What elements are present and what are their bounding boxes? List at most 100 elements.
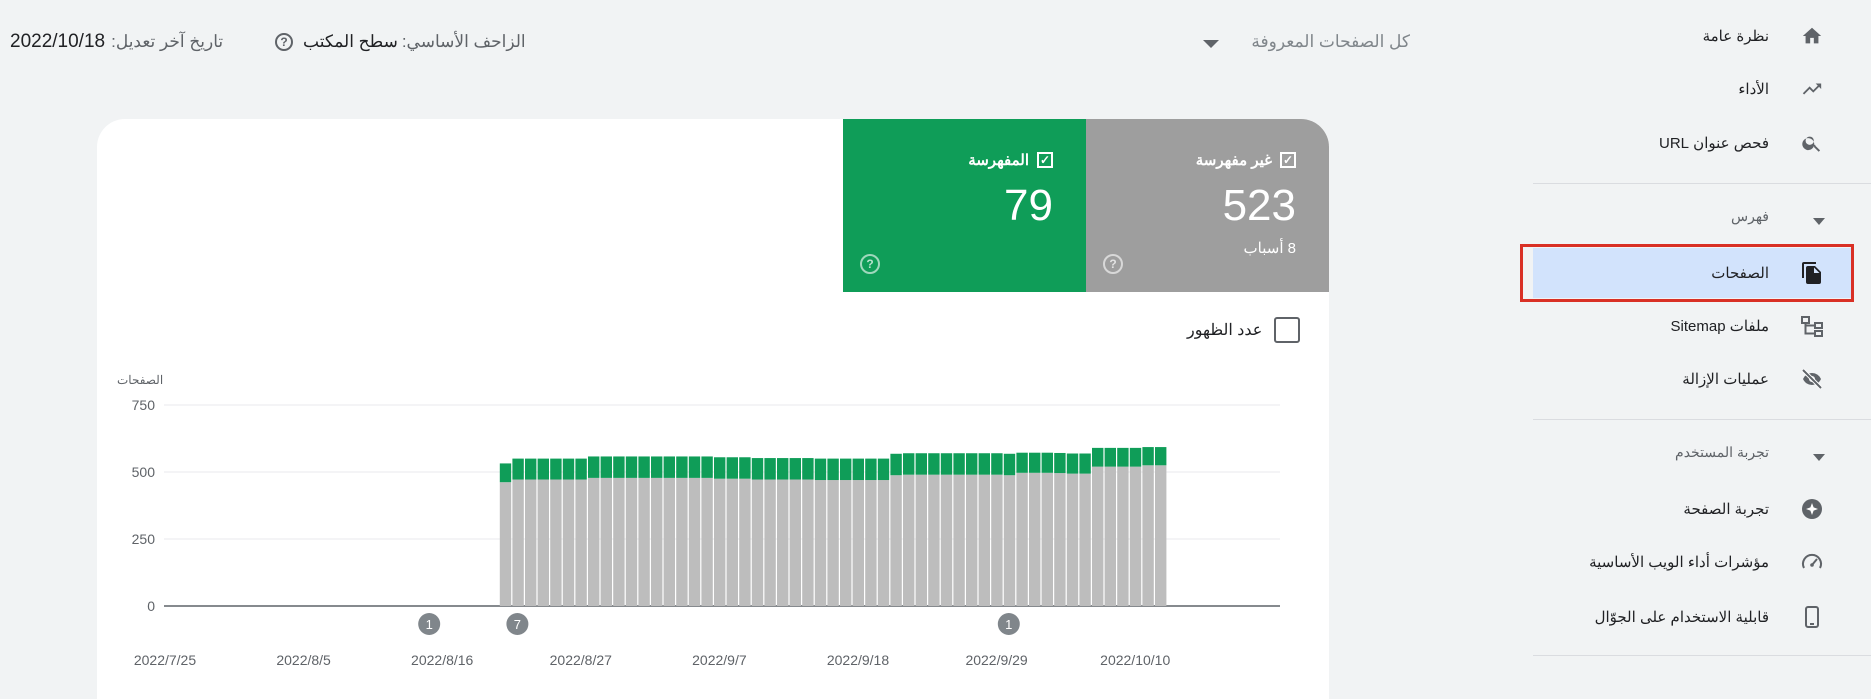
chart-bar-segment	[499, 463, 512, 483]
sidebar-item-label: قابلية الاستخدام على الجوّال	[1594, 609, 1769, 626]
chart-bar-segment	[852, 458, 864, 481]
chart-bar-segment	[550, 479, 562, 606]
crawler-value: سطح المكتب	[303, 32, 398, 51]
chart-bar-segment	[625, 456, 638, 478]
chart-bar-segment	[1155, 447, 1167, 466]
chart-bar-segment	[840, 458, 852, 481]
chart-bar-segment	[1016, 452, 1028, 473]
sidebar-item-page-experience[interactable]: تجربة الصفحة	[1533, 484, 1853, 534]
pages-filter-dropdown[interactable]: كل الصفحات المعروفة	[1195, 24, 1420, 60]
chart-bar-segment	[575, 479, 587, 606]
sidebar-item-label: عمليات الإزالة	[1682, 371, 1769, 388]
chart-bar-segment	[940, 474, 953, 606]
chart-bar-segment	[751, 479, 764, 606]
chart-bar-segment	[940, 453, 953, 475]
chart-bar-segment	[1104, 466, 1116, 606]
chart-bar-segment	[537, 479, 549, 606]
y-tick-label: 750	[132, 397, 156, 413]
chart-bar-segment	[840, 480, 852, 606]
chart-bar-segment	[676, 477, 688, 606]
chart-bar-segment	[525, 458, 537, 480]
chart-bar-segment	[739, 457, 751, 479]
chart-bar-segment	[852, 480, 864, 606]
chart-bar-segment	[701, 477, 713, 606]
selection-highlight-box	[1520, 244, 1854, 302]
sidebar-item-url-inspection[interactable]: فحص عنوان URL	[1533, 118, 1853, 168]
chart-bar-segment	[928, 474, 940, 606]
chart-bar-segment	[1029, 472, 1041, 606]
updated-value: 2022/10/18	[10, 31, 106, 52]
chart-bar-segment	[764, 479, 776, 606]
pages-chart: 750 500 250 0 1 7 1 2022/7/25 2022/8/5 2022/8/16 2…	[132, 397, 1280, 668]
chart-bar-segment	[953, 474, 965, 606]
chart-bar-segment	[903, 453, 915, 475]
sidebar-item-label: فحص عنوان URL	[1659, 135, 1769, 152]
chart-bar-segment	[877, 458, 890, 481]
chart-bar-segment	[1066, 473, 1079, 606]
chart-bar-segment	[1054, 452, 1066, 474]
chart-bar-segment	[1029, 452, 1041, 473]
chart-bar-segment	[877, 480, 890, 606]
chart-bar-segment	[1092, 447, 1104, 467]
caret-down-icon	[1813, 218, 1825, 225]
y-tick-label: 0	[147, 598, 155, 614]
trending-up-icon	[1799, 76, 1825, 102]
chart-bar-segment	[714, 457, 726, 479]
section-title: تجربة المستخدم	[1675, 444, 1769, 460]
y-tick-label: 500	[132, 464, 156, 480]
sidebar-item-overview[interactable]: نظرة عامة	[1533, 11, 1853, 61]
x-tick-label: 2022/9/29	[965, 652, 1027, 668]
chart-bar-segment	[764, 458, 776, 480]
chart-bar-segment	[588, 477, 600, 606]
sidebar-item-mobile-usability[interactable]: قابلية الاستخدام على الجوّال	[1533, 592, 1853, 642]
chart-bar-segment	[991, 474, 1003, 606]
sidebar-item-performance[interactable]: الأداء	[1533, 64, 1853, 114]
page-experience-icon	[1799, 496, 1825, 522]
sidebar-item-core-web-vitals[interactable]: مؤشرات أداء الويب الأساسية	[1533, 537, 1853, 587]
chart-bar-segment	[1117, 466, 1129, 606]
annotation-label: 7	[514, 617, 521, 632]
sidebar-divider	[1533, 419, 1871, 420]
sidebar-item-sitemaps[interactable]: ملفات Sitemap	[1533, 301, 1853, 351]
sitemap-icon	[1799, 313, 1825, 339]
sidebar-item-removals[interactable]: عمليات الإزالة	[1533, 354, 1853, 404]
chart-bar-segment	[562, 458, 575, 480]
chart-bar-segment	[1079, 453, 1091, 474]
sidebar-section-experience[interactable]: تجربة المستخدم	[1533, 444, 1853, 474]
filter-value: كل الصفحات المعروفة	[1251, 32, 1410, 51]
x-tick-label: 2022/10/10	[1100, 652, 1170, 668]
help-icon[interactable]: ?	[275, 33, 293, 51]
chart-bar-segment	[1117, 447, 1129, 467]
chart-bar-segment	[625, 477, 638, 606]
chart-bar-segment	[600, 456, 612, 478]
section-title: فهرس	[1731, 208, 1769, 224]
chart-bar-segment	[928, 453, 940, 475]
chart-bar-segment	[789, 479, 801, 606]
primary-crawler-info: الزاحف الأساسي: سطح المكتب ?	[275, 30, 526, 54]
caret-down-icon	[1813, 454, 1825, 461]
chart-bar-segment	[638, 477, 650, 606]
chart-bar-segment	[613, 456, 625, 478]
chart-bar-segment	[499, 482, 512, 606]
chart-bar-segment	[1041, 452, 1053, 473]
dropdown-arrow-icon	[1203, 40, 1219, 48]
annotation-label: 1	[426, 617, 433, 632]
chart-bar-segment	[890, 453, 902, 476]
sidebar-item-label: ملفات Sitemap	[1670, 318, 1769, 335]
chart-bar-segment	[512, 458, 524, 480]
index-coverage-card: ✓ غير مفهرسة 523 8 أسباب ? ✓ المفهرسة 79…	[97, 119, 1329, 699]
chart-bar-segment	[613, 477, 625, 606]
last-updated-info: تاريخ آخر تعديل: 2022/10/18	[10, 30, 223, 54]
sidebar-section-index[interactable]: فهرس	[1533, 208, 1853, 238]
x-tick-label: 2022/8/5	[276, 652, 331, 668]
chart-bar-segment	[1129, 447, 1142, 467]
chart-bar-segment	[953, 453, 965, 475]
chart-bar-segment	[600, 477, 612, 606]
chart-bar-segment	[512, 479, 524, 606]
chart-bar-segment	[1142, 447, 1154, 466]
chart-bar-segment	[789, 458, 801, 480]
chart-bar-segment	[777, 479, 789, 606]
chart-bar-segment	[651, 477, 663, 606]
chart-bar-segment	[814, 458, 827, 481]
sidebar-item-label: تجربة الصفحة	[1683, 501, 1769, 518]
